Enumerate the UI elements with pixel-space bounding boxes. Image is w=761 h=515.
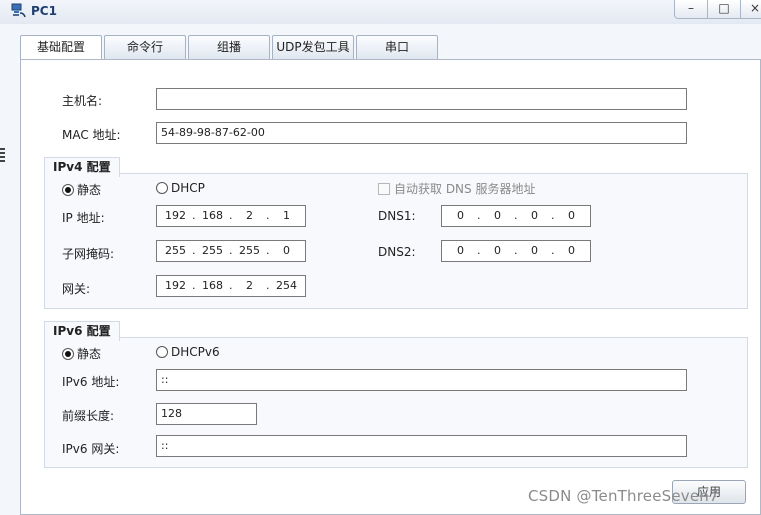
ip-octet: 192 (165, 279, 186, 292)
radio-unselected-icon (156, 346, 168, 358)
ipv6-address-label: IPv6 地址: (62, 375, 120, 389)
ip-octet: 0 (551, 206, 590, 226)
ip-octet: 0 (551, 241, 590, 261)
minimize-button[interactable]: – (674, 0, 708, 19)
ip-octet: 1 (266, 206, 305, 226)
ip-octet: 0 (266, 241, 305, 261)
hostname-input[interactable] (156, 88, 687, 110)
ip-octet: 0 (457, 244, 464, 257)
window-resize-grip (0, 148, 5, 162)
ip-octet: 255 (229, 241, 268, 261)
tab-basic-config[interactable]: 基础配置 (20, 35, 102, 61)
ipv4-static-label: 静态 (77, 183, 102, 197)
dns1-input[interactable]: 0 0 0 0 (441, 205, 591, 227)
prefix-length-label: 前缀长度: (62, 409, 115, 423)
ip-address-label: IP 地址: (62, 211, 105, 225)
ipv4-dhcp-radio[interactable]: DHCP (156, 181, 205, 195)
tab-command-line[interactable]: 命令行 (104, 35, 186, 60)
ip-octet: 168 (192, 206, 231, 226)
tab-udp-tool[interactable]: UDP发包工具 (272, 35, 354, 60)
window-title: PC1 (31, 4, 57, 18)
ipv6-gateway-label: IPv6 网关: (62, 442, 120, 456)
mac-address-field[interactable]: 54-89-98-87-62-00 (156, 122, 687, 144)
maximize-button[interactable]: □ (707, 0, 741, 19)
ip-octet: 0 (514, 241, 553, 261)
radio-selected-icon (62, 183, 74, 196)
subnet-mask-label: 子网掩码: (62, 247, 115, 261)
mac-label: MAC 地址: (62, 128, 121, 142)
ip-octet: 0 (477, 241, 516, 261)
gateway-label: 网关: (62, 282, 91, 296)
ipv6-dhcpv6-radio[interactable]: DHCPv6 (156, 345, 220, 359)
ip-octet: 0 (457, 209, 464, 222)
ip-octet: 0 (514, 206, 553, 226)
window-titlebar: PC1 – □ × (0, 0, 761, 24)
dns2-input[interactable]: 0 0 0 0 (441, 240, 591, 262)
auto-dns-checkbox[interactable]: 自动获取 DNS 服务器地址 (378, 180, 535, 197)
ipv4-dhcp-label: DHCP (171, 181, 205, 195)
ip-octet: 168 (192, 276, 231, 296)
gateway-input[interactable]: 192 168 2 254 (156, 275, 306, 297)
prefix-length-input[interactable]: 128 (156, 403, 257, 425)
ipv6-static-radio[interactable]: 静态 (62, 345, 101, 362)
subnet-mask-input[interactable]: 255 255 255 0 (156, 240, 306, 262)
checkbox-unchecked-icon (378, 182, 390, 195)
dns2-label: DNS2: (378, 245, 416, 259)
ip-octet: 255 (192, 241, 231, 261)
radio-selected-icon (62, 347, 74, 360)
ip-octet: 0 (477, 206, 516, 226)
tab-multicast[interactable]: 组播 (188, 35, 270, 60)
ip-octet: 2 (229, 276, 268, 296)
ipv6-gateway-input[interactable]: :: (156, 435, 687, 457)
ipv6-section-title: IPv6 配置 (44, 321, 120, 341)
watermark-text: CSDN @TenThreeSeven7 (528, 487, 719, 505)
ip-octet: 254 (266, 276, 305, 296)
ip-octet: 2 (229, 206, 268, 226)
ipv6-address-input[interactable]: :: (156, 369, 687, 391)
close-button[interactable]: × (740, 0, 761, 19)
ipv4-section-title: IPv4 配置 (44, 157, 120, 177)
hostname-label: 主机名: (62, 94, 103, 108)
auto-dns-label: 自动获取 DNS 服务器地址 (394, 182, 536, 196)
ip-octet: 255 (165, 244, 186, 257)
ipv6-dhcpv6-label: DHCPv6 (171, 345, 220, 359)
radio-unselected-icon (156, 182, 168, 194)
ip-octet: 192 (165, 209, 186, 222)
tab-serial-port[interactable]: 串口 (356, 35, 438, 60)
pc-network-icon (11, 3, 26, 18)
ipv6-static-label: 静态 (77, 347, 102, 361)
dns1-label: DNS1: (378, 209, 416, 223)
ipv4-static-radio[interactable]: 静态 (62, 181, 101, 198)
ip-address-input[interactable]: 192 168 2 1 (156, 205, 306, 227)
